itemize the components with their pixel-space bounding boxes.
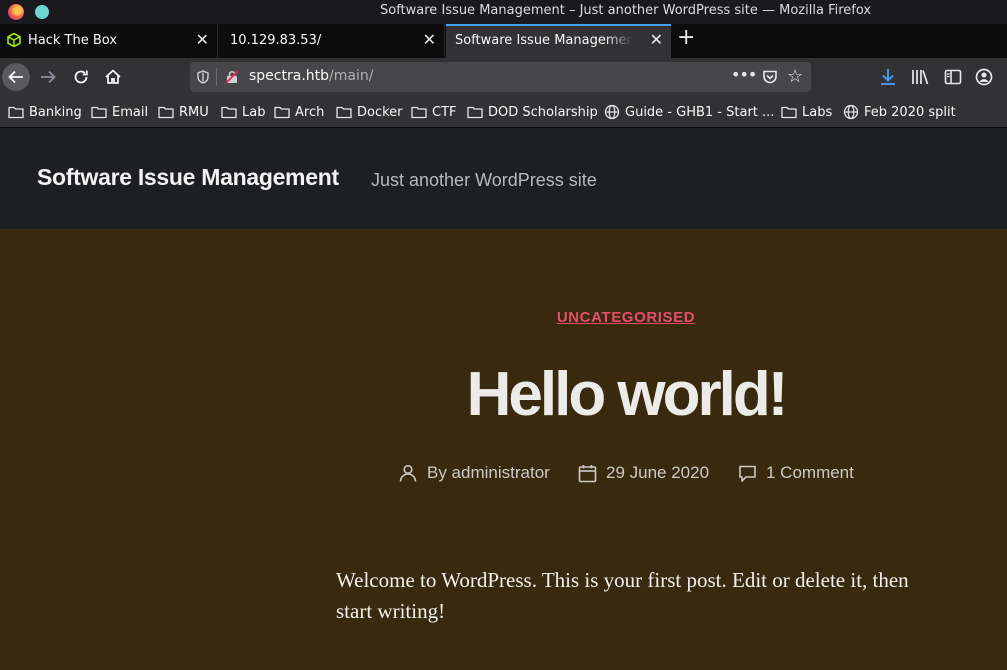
site-title[interactable]: Software Issue Management <box>37 164 339 191</box>
folder-icon <box>336 106 352 119</box>
page-actions-menu-icon[interactable]: ••• <box>731 65 757 84</box>
navigation-toolbar: spectra.htb/main/ ••• ☆ <box>0 58 1007 96</box>
reload-icon <box>74 70 88 84</box>
tab-label: Software Issue Management – Just another… <box>455 33 633 48</box>
url-separator <box>216 68 217 86</box>
bookmark-label: Feb 2020 split <box>864 104 956 120</box>
tab-hack-the-box[interactable]: Hack The Box ✕ <box>0 24 218 58</box>
home-button[interactable] <box>99 63 127 91</box>
window-titlebar: Software Issue Management – Just another… <box>0 0 1007 24</box>
folder-icon <box>221 106 237 119</box>
bookmark-item[interactable]: Email <box>91 103 148 121</box>
url-path: /main/ <box>329 68 374 84</box>
bookmark-label: Arch <box>295 104 325 120</box>
bookmark-label: Docker <box>357 104 403 120</box>
folder-icon <box>274 106 290 119</box>
hackthebox-icon <box>7 33 21 47</box>
tab-label: Hack The Box <box>28 33 118 48</box>
forward-button[interactable] <box>34 63 62 91</box>
bookmark-item[interactable]: Lab <box>221 103 265 121</box>
firefox-logo-icon <box>8 4 24 20</box>
library-icon[interactable] <box>910 67 930 87</box>
bookmark-item[interactable]: CTF <box>411 103 457 121</box>
bookmark-item[interactable]: Guide - GHB1 - Start ... <box>604 103 774 121</box>
post-comments-text: 1 Comment <box>766 463 854 482</box>
close-tab-icon[interactable]: ✕ <box>196 31 209 49</box>
bookmark-label: Email <box>112 104 149 120</box>
site-header: Software Issue Management Just another W… <box>0 128 1007 229</box>
site-description: Just another WordPress site <box>371 170 597 190</box>
bookmark-item[interactable]: DOD Scholarship <box>467 103 598 121</box>
folder-icon <box>781 106 797 119</box>
window-title: Software Issue Management – Just another… <box>380 3 872 18</box>
tracking-protection-shield-icon[interactable] <box>197 70 209 84</box>
bookmark-label: Banking <box>29 104 82 120</box>
arrow-left-icon <box>8 70 23 84</box>
post-date-text: 29 June 2020 <box>606 463 710 482</box>
tab-strip: Hack The Box ✕ 10.129.83.53/ ✕ Software … <box>0 24 1007 58</box>
post-category-link[interactable]: UNCATEGORISED <box>0 309 1007 326</box>
comment-icon <box>739 465 756 482</box>
post-body: Welcome to WordPress. This is your first… <box>336 568 909 623</box>
account-icon[interactable] <box>974 67 994 87</box>
home-icon <box>105 69 121 84</box>
url-host: spectra.htb <box>249 68 330 84</box>
globe-icon <box>604 104 620 120</box>
bookmark-label: Guide - GHB1 - Start ... <box>625 104 775 120</box>
insecure-lock-icon[interactable] <box>225 70 239 84</box>
back-button[interactable] <box>2 63 30 91</box>
reload-button[interactable] <box>67 63 95 91</box>
bookmark-label: Labs <box>802 104 833 120</box>
post-title: Hello world! <box>466 360 789 429</box>
new-tab-icon[interactable]: + <box>677 25 695 50</box>
bookmark-label: DOD Scholarship <box>488 104 598 120</box>
bookmark-item[interactable]: Feb 2020 split <box>843 103 956 121</box>
tab-label: 10.129.83.53/ <box>230 33 322 48</box>
bookmark-item[interactable]: Docker <box>336 103 403 121</box>
calendar-icon <box>578 464 597 482</box>
close-tab-icon[interactable]: ✕ <box>423 31 436 49</box>
bookmark-star-icon[interactable]: ☆ <box>787 66 803 87</box>
downloads-icon[interactable] <box>878 67 898 87</box>
url-bar[interactable]: spectra.htb/main/ ••• ☆ <box>190 62 811 92</box>
folder-icon <box>158 106 174 119</box>
folder-icon <box>8 106 24 119</box>
post-date[interactable]: 29 June 2020 <box>578 463 709 483</box>
post-author[interactable]: By administrator <box>398 463 550 483</box>
post-content: UNCATEGORISED Hello world! By administra… <box>0 229 1007 670</box>
close-tab-icon[interactable]: ✕ <box>650 31 663 49</box>
bookmark-label: Lab <box>242 104 266 120</box>
sidebar-icon[interactable] <box>943 67 963 87</box>
url-text[interactable]: spectra.htb/main/ <box>249 68 373 84</box>
bookmark-item[interactable]: Banking <box>8 103 82 121</box>
globe-icon <box>843 104 859 120</box>
window-button-icon[interactable] <box>35 5 49 19</box>
folder-icon <box>91 106 107 119</box>
bookmark-item[interactable]: Labs <box>781 103 832 121</box>
user-icon <box>399 464 417 482</box>
folder-icon <box>467 106 483 119</box>
folder-icon <box>411 106 427 119</box>
bookmarks-toolbar: Banking Email RMU Lab Arch Docker CTF DOD Schol… <box>0 96 1007 128</box>
post-author-text: By administrator <box>427 463 550 482</box>
pocket-icon[interactable] <box>762 69 778 85</box>
tab-ip-address[interactable]: 10.129.83.53/ ✕ <box>219 24 445 58</box>
bookmark-label: RMU <box>179 104 209 120</box>
bookmark-item[interactable]: Arch <box>274 103 324 121</box>
arrow-right-icon <box>41 70 56 84</box>
bookmark-label: CTF <box>432 104 457 120</box>
bookmark-item[interactable]: RMU <box>158 103 209 121</box>
post-comments[interactable]: 1 Comment <box>738 463 854 483</box>
tab-software-issue-management[interactable]: Software Issue Management – Just another… <box>446 24 671 58</box>
